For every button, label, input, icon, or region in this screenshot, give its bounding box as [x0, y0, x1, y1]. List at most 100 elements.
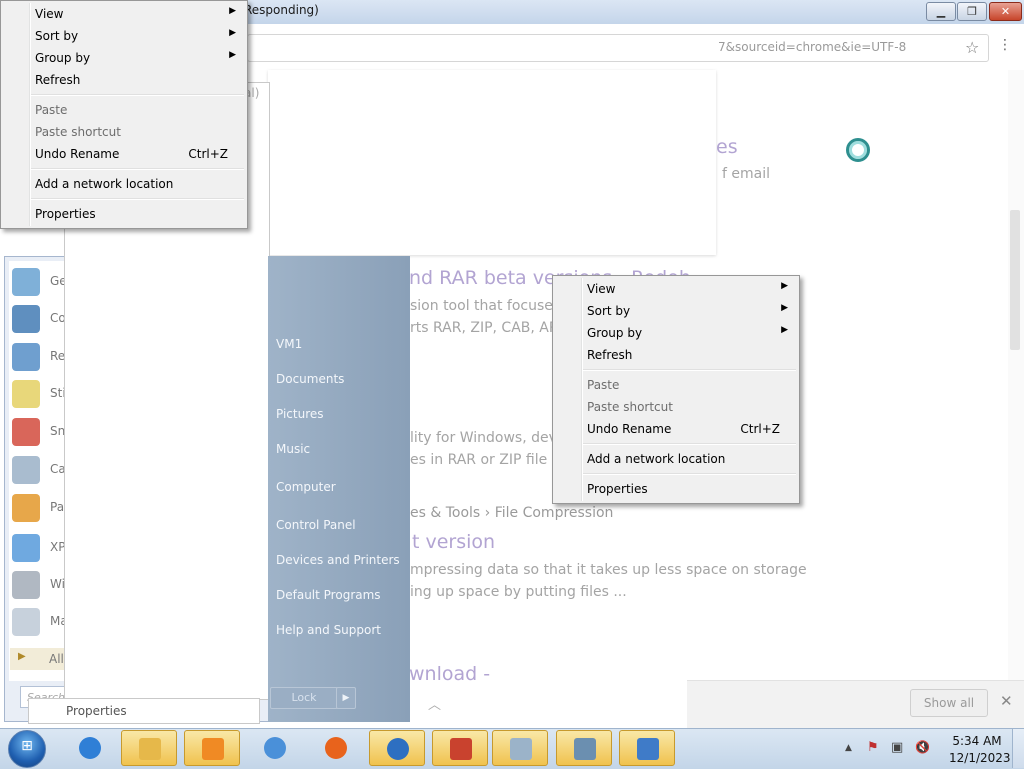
thunderbird-icon: [387, 738, 409, 760]
menu-item-refresh[interactable]: Refresh: [556, 344, 796, 366]
menu-item-label: Refresh: [35, 73, 81, 87]
program-icon: [12, 456, 40, 484]
media-player-icon: [202, 738, 224, 760]
submenu-arrow-icon: ▶: [229, 50, 236, 60]
menu-item-paste[interactable]: Paste: [556, 374, 796, 396]
menu-item-label: Refresh: [587, 348, 633, 362]
program-label: Wi: [50, 577, 65, 591]
menu-item-undo-rename[interactable]: Undo Rename Ctrl+Z: [4, 143, 244, 165]
taskbar-app-window[interactable]: [619, 730, 675, 766]
lock-button[interactable]: Lock: [270, 687, 338, 709]
submenu-arrow-icon: ▶: [229, 28, 236, 38]
program-icon: [12, 494, 40, 522]
result-breadcrumb: es & Tools › File Compression: [410, 505, 614, 521]
minimize-button[interactable]: ▁: [926, 2, 956, 21]
internet-explorer-icon: [79, 737, 101, 759]
firefox-icon: [325, 737, 347, 759]
result-snippet: mpressing data so that it takes up less …: [410, 562, 807, 578]
program-icon: [12, 608, 40, 636]
menu-item-label: Paste shortcut: [35, 125, 121, 139]
menu-item-label: View: [587, 282, 616, 296]
shutdown-options-arrow-icon[interactable]: ▶: [336, 687, 356, 709]
menu-item-sort-by[interactable]: Sort by ▶: [4, 25, 244, 47]
result-snippet: ing up space by putting files ...: [410, 584, 627, 600]
taskbar-app-media-player[interactable]: [184, 730, 240, 766]
start-item-documents[interactable]: Documents: [276, 372, 344, 386]
menu-item-properties[interactable]: Properties: [4, 203, 244, 225]
clock-time[interactable]: 5:34 AM: [949, 734, 1005, 748]
menu-item-view[interactable]: View ▶: [4, 3, 244, 25]
menu-item-label: Add a network location: [35, 177, 174, 191]
taskbar-app-calculator[interactable]: [492, 730, 548, 766]
program-label: Re: [50, 349, 66, 363]
menu-item-sort-by[interactable]: Sort by ▶: [556, 300, 796, 322]
menu-item-label: Add a network location: [587, 452, 726, 466]
action-center-flag-icon[interactable]: ⚑: [867, 740, 879, 755]
menu-item-refresh[interactable]: Refresh: [4, 69, 244, 91]
menu-separator: [583, 369, 796, 371]
start-item-computer[interactable]: Computer: [276, 480, 336, 494]
remote-desktop-icon: [574, 738, 596, 760]
result-title[interactable]: wnload -: [409, 663, 490, 685]
start-item-vm1[interactable]: VM1: [276, 337, 302, 351]
clock-date[interactable]: 12/1/2023: [949, 751, 1011, 765]
tray-expand-icon[interactable]: ▲: [845, 743, 852, 753]
taskbar-app-thunderbird[interactable]: [369, 730, 425, 766]
taskbar-app-internet-explorer[interactable]: [62, 730, 118, 766]
results-panel: [268, 70, 716, 255]
maximize-button[interactable]: ❐: [957, 2, 987, 21]
menu-item-group-by[interactable]: Group by ▶: [556, 322, 796, 344]
menu-item-label: Properties: [587, 482, 648, 496]
start-item-music[interactable]: Music: [276, 442, 310, 456]
menu-item-paste-shortcut[interactable]: Paste shortcut: [556, 396, 796, 418]
show-all-button[interactable]: Show all: [910, 689, 988, 717]
chevron-up-icon[interactable]: ︿: [428, 694, 441, 713]
taskbar-app-remote-desktop[interactable]: [556, 730, 612, 766]
scrollbar-thumb[interactable]: [1010, 210, 1020, 350]
app-window-icon: [637, 738, 659, 760]
close-button[interactable]: ✕: [989, 2, 1022, 21]
menu-item-shortcut: Ctrl+Z: [740, 422, 780, 436]
start-item-pictures[interactable]: Pictures: [276, 407, 324, 421]
show-desktop-button[interactable]: [1012, 729, 1024, 768]
program-icon: [12, 305, 40, 333]
loading-spinner-icon: [846, 138, 870, 162]
start-item-help-support[interactable]: Help and Support: [276, 623, 381, 637]
context-menu: View ▶ Sort by ▶ Group by ▶ Refresh Paste P…: [552, 275, 800, 504]
address-bar[interactable]: 7&sourceid=chrome&ie=UTF-8: [247, 34, 989, 62]
browser-menu-icon[interactable]: ⋮: [998, 37, 1012, 53]
menu-item-view[interactable]: View ▶: [556, 278, 796, 300]
download-bar-close-icon[interactable]: ✕: [1000, 692, 1013, 710]
result-title[interactable]: es: [716, 136, 738, 158]
menu-item-paste[interactable]: Paste: [4, 99, 244, 121]
menu-item-properties[interactable]: Properties: [556, 478, 796, 500]
network-icon[interactable]: ▣: [891, 740, 903, 755]
menu-item-undo-rename[interactable]: Undo Rename Ctrl+Z: [556, 418, 796, 440]
start-button[interactable]: ⊞: [8, 730, 46, 768]
chrome-icon: [264, 737, 286, 759]
taskbar-app-toolbox[interactable]: [432, 730, 488, 766]
menu-item-label: Properties: [35, 207, 96, 221]
menu-item-paste-shortcut[interactable]: Paste shortcut: [4, 121, 244, 143]
start-item-devices-printers[interactable]: Devices and Printers: [276, 553, 400, 567]
bookmark-star-icon[interactable]: ☆: [965, 38, 979, 57]
menu-item-group-by[interactable]: Group by ▶: [4, 47, 244, 69]
toolbox-icon: [450, 738, 472, 760]
result-title[interactable]: t version: [412, 531, 495, 553]
menu-item-add-network-location[interactable]: Add a network location: [556, 448, 796, 470]
menu-separator: [583, 473, 796, 475]
program-label: Pa: [50, 500, 65, 514]
start-item-default-programs[interactable]: Default Programs: [276, 588, 381, 602]
taskbar-app-firefox[interactable]: [308, 730, 364, 766]
menu-item-add-network-location[interactable]: Add a network location: [4, 173, 244, 195]
taskbar-app-file-explorer[interactable]: [121, 730, 177, 766]
submenu-arrow-icon: ▶: [781, 325, 788, 335]
volume-muted-icon[interactable]: 🔇: [915, 740, 930, 754]
menu-item-label: Paste: [587, 378, 620, 392]
taskbar-app-chrome[interactable]: [247, 730, 303, 766]
scrollbar[interactable]: [1008, 70, 1024, 710]
program-label: Sn: [50, 424, 66, 438]
arrow-right-icon: ▶: [18, 651, 26, 662]
start-item-control-panel[interactable]: Control Panel: [276, 518, 356, 532]
menu-item-shortcut: Ctrl+Z: [188, 147, 228, 161]
